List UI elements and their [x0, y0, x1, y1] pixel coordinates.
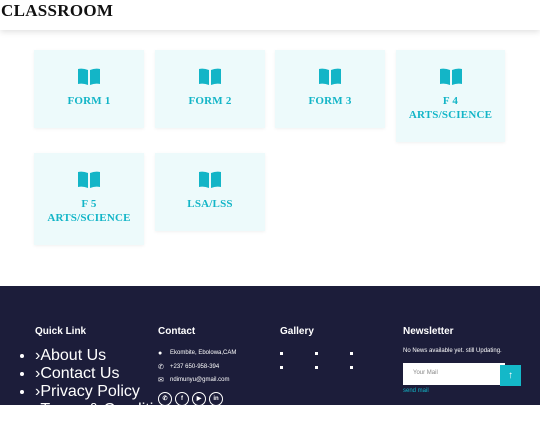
gallery-image[interactable] — [315, 366, 318, 369]
gallery-column: Gallery — [280, 326, 314, 347]
book-icon — [199, 171, 221, 188]
book-icon — [199, 68, 221, 85]
gallery-title: Gallery — [280, 326, 314, 337]
email-field[interactable]: Your Mail — [403, 363, 505, 385]
social-links: ✆ f ▶ in — [158, 391, 236, 406]
arrow-up-icon: ↑ — [508, 370, 513, 381]
class-card-label-line2: ARTS/SCIENCE — [47, 212, 131, 224]
class-card-label: FORM 3 — [308, 95, 352, 107]
class-card-label-line1: F 4 — [442, 95, 459, 107]
class-card-label: LSA/LSS — [187, 198, 233, 210]
gallery-image[interactable] — [315, 352, 318, 355]
contact-column: Contact ● Ekombite, Ebolowa,CAM ✆ +237 650… — [158, 326, 236, 406]
send-mail-button[interactable]: send mail — [403, 388, 505, 394]
class-card-lsa-lss[interactable]: LSA/LSS — [155, 153, 265, 231]
facebook-icon[interactable]: f — [175, 391, 189, 406]
envelope-icon: ✉ — [158, 377, 164, 384]
phone-icon: ✆ — [158, 363, 164, 371]
newsletter-column: Newsletter No News available yet. still … — [403, 326, 505, 394]
class-card-label-line2: ARTS/SCIENCE — [408, 109, 493, 121]
class-card-form-3[interactable]: FORM 3 — [275, 50, 385, 128]
class-card-form-5[interactable]: F 5 ARTS/SCIENCE — [34, 153, 144, 245]
whatsapp-icon[interactable]: ✆ — [158, 391, 172, 406]
linkedin-icon[interactable]: in — [209, 391, 223, 406]
book-icon — [319, 68, 341, 85]
footer-link-about[interactable]: ›About Us — [35, 347, 171, 365]
book-icon — [78, 171, 100, 188]
class-card-label-line1: F 5 — [81, 198, 97, 210]
gallery-image[interactable] — [280, 352, 283, 355]
class-card-form-2[interactable]: FORM 2 — [155, 50, 265, 128]
contact-title: Contact — [158, 326, 196, 337]
gallery-image[interactable] — [280, 366, 283, 369]
quick-link-title: Quick Link — [35, 326, 87, 337]
site-footer: Quick Link ›About Us ›Contact Us ›Privac… — [0, 286, 540, 436]
quick-link-column: Quick Link ›About Us ›Contact Us ›Privac… — [35, 326, 171, 437]
class-card-form-1[interactable]: FORM 1 — [34, 50, 144, 128]
footer-link-contact[interactable]: ›Contact Us — [35, 365, 171, 383]
book-icon — [439, 68, 462, 85]
class-card-label: FORM 1 — [67, 95, 111, 107]
contact-phone: ✆ +237 650-958-394 — [158, 361, 236, 375]
footer-link-terms[interactable]: ›Terms & Condition — [35, 401, 171, 419]
contact-address: ● Ekombite, Ebolowa,CAM — [158, 347, 236, 361]
site-brand[interactable]: CLASSROOM — [1, 1, 113, 21]
map-pin-icon: ● — [158, 350, 163, 357]
gallery-image[interactable] — [350, 366, 353, 369]
back-to-top-button[interactable]: ↑ — [500, 365, 521, 386]
footer-link-faqs[interactable]: ›FAQs & Help — [35, 419, 171, 437]
footer-link-privacy[interactable]: ›Privacy Policy — [35, 383, 171, 401]
top-navbar: CLASSROOM — [0, 0, 540, 30]
newsletter-title: Newsletter — [403, 326, 454, 337]
youtube-icon[interactable]: ▶ — [192, 391, 206, 406]
book-icon — [78, 68, 100, 85]
contact-email: ✉ ndimunyu@gmail.com — [158, 374, 236, 388]
gallery-image[interactable] — [350, 352, 353, 355]
newsletter-text: No News available yet. still Updating. — [403, 348, 502, 354]
class-card-label: FORM 2 — [188, 95, 232, 107]
class-grid: FORM 1 FORM 2 FORM 3 F 4 ARTS/SCIENCE F … — [0, 30, 540, 286]
class-card-form-4[interactable]: F 4 ARTS/SCIENCE — [396, 50, 505, 142]
